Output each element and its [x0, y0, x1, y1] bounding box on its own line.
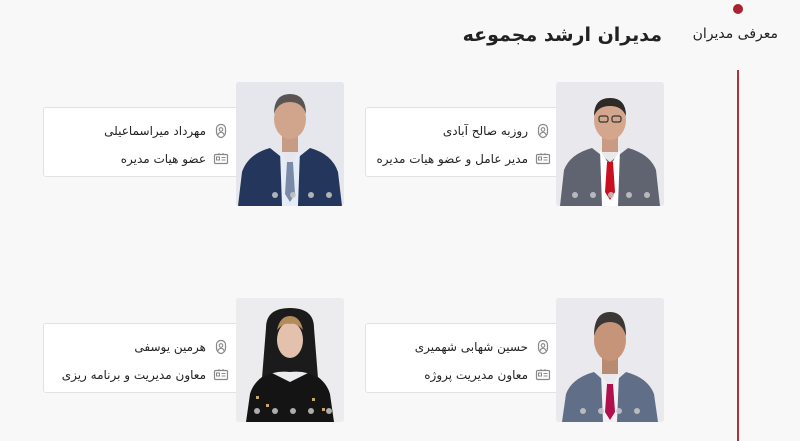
manager-card-info: حسین شهابی شهمیری معاون مدیریت پروژه [365, 323, 564, 393]
user-shield-icon [213, 339, 229, 355]
page-title: مدیران ارشد مجموعه [462, 24, 662, 46]
manager-role: عضو هیات مدیره [120, 152, 206, 166]
manager-name: روزبه صالح آبادی [442, 124, 528, 138]
id-card-icon [213, 367, 229, 383]
manager-name: مهرداد میراسماعیلی [104, 124, 206, 138]
manager-name-row: روزبه صالح آبادی [443, 122, 551, 140]
manager-name-row: حسین شهابی شهمیری [415, 338, 551, 356]
user-shield-icon [535, 123, 551, 139]
manager-role: معاون مدیریت و برنامه ریزی [61, 368, 206, 382]
manager-role: معاون مدیریت پروژه [424, 368, 528, 382]
manager-photo[interactable] [236, 82, 344, 206]
photo-dots [236, 188, 344, 202]
sidebar-timeline-dot [733, 4, 743, 14]
id-card-icon [213, 151, 229, 167]
manager-photo[interactable] [236, 298, 344, 422]
manager-name: هرمین یوسفی [134, 340, 206, 354]
manager-name-row: هرمین یوسفی [134, 338, 229, 356]
manager-role-row: عضو هیات مدیره [121, 150, 229, 168]
manager-role-row: معاون مدیریت پروژه [424, 366, 551, 384]
photo-dots [556, 404, 664, 418]
manager-role-row: معاون مدیریت و برنامه ریزی [62, 366, 229, 384]
manager-photo[interactable] [556, 82, 664, 206]
manager-name: حسین شهابی شهمیری [414, 340, 528, 354]
user-shield-icon [535, 339, 551, 355]
sidebar-timeline-line [737, 70, 739, 441]
manager-role-row: مدیر عامل و عضو هیات مدیره [376, 150, 551, 168]
manager-card-info: روزبه صالح آبادی مدیر عامل و عضو هیات مد… [365, 107, 564, 177]
photo-dots [556, 188, 664, 202]
sidebar-item-label[interactable]: معرفی مدیران [693, 26, 778, 42]
manager-name-row: مهرداد میراسماعیلی [104, 122, 229, 140]
manager-role: مدیر عامل و عضو هیات مدیره [376, 152, 528, 166]
user-shield-icon [213, 123, 229, 139]
manager-photo[interactable] [556, 298, 664, 422]
manager-card-info: هرمین یوسفی معاون مدیریت و برنامه ریزی [43, 323, 242, 393]
photo-dots [236, 404, 344, 418]
id-card-icon [535, 151, 551, 167]
manager-card-info: مهرداد میراسماعیلی عضو هیات مدیره [43, 107, 242, 177]
id-card-icon [535, 367, 551, 383]
